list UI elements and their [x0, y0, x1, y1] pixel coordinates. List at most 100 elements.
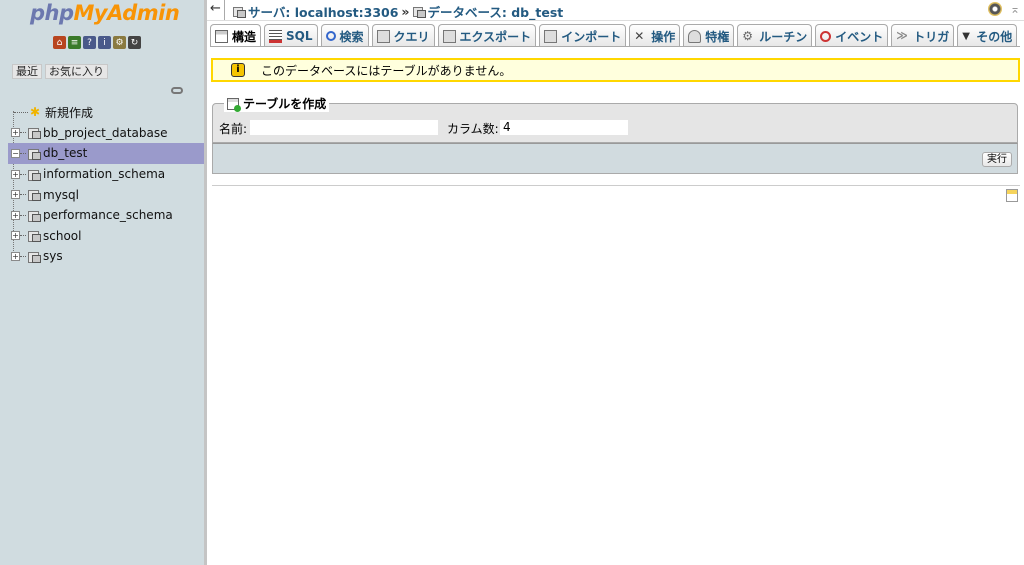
info-icon: i [231, 63, 245, 77]
page-settings-icon[interactable] [987, 2, 1002, 16]
add-table-icon [227, 97, 241, 112]
tree-db-item[interactable]: + mysql [8, 184, 204, 205]
breadcrumb-database-link[interactable]: データベース: db_test [428, 2, 564, 21]
operations-icon: ✕ [634, 28, 645, 43]
console-icon[interactable] [1006, 189, 1018, 202]
new-star-icon: ✱ [30, 105, 41, 120]
tree-connector [20, 173, 26, 175]
expand-icon[interactable]: + [11, 128, 20, 138]
tree-db-item[interactable]: + information_schema [8, 164, 204, 185]
docs-icon[interactable]: ? [83, 36, 96, 49]
tree-db-item[interactable]: + bb_project_database [8, 123, 204, 144]
top-right-controls: ⌅ [987, 2, 1020, 16]
settings-icon[interactable]: ⚙ [113, 36, 126, 49]
top-breadcrumb-bar: ← サーバ: localhost:3306 » データベース: db_test … [207, 0, 1024, 21]
database-icon [28, 127, 41, 140]
database-icon [412, 6, 426, 18]
tab-routines[interactable]: ⚙ ルーチン [737, 24, 813, 47]
privileges-icon [688, 29, 702, 43]
database-icon [28, 230, 41, 243]
export-icon [442, 29, 456, 43]
quick-links: ⌂ ≡ ? i ⚙ ↻ [53, 36, 141, 49]
breadcrumb: サーバ: localhost:3306 » データベース: db_test [233, 2, 563, 21]
tab-export[interactable]: エクスポート [437, 24, 537, 47]
tree-connector [20, 194, 26, 196]
tree-connector [20, 235, 26, 237]
tree-new-item[interactable]: ✱ 新規作成 [8, 102, 204, 123]
expand-icon[interactable]: + [11, 210, 20, 220]
server-icon [233, 6, 246, 18]
column-count-label: カラム数: [447, 122, 499, 136]
recent-favorites-tabs: 最近 お気に入り [12, 64, 108, 79]
search-icon [325, 31, 336, 41]
tree-connector [14, 111, 28, 113]
tree-connector [20, 152, 26, 154]
database-icon [28, 210, 41, 222]
tab-triggers[interactable]: ≫ トリガ [891, 24, 955, 47]
tree-db-item-selected[interactable]: − db_test [8, 143, 204, 164]
create-table-legend: テーブルを作成 [224, 95, 330, 112]
notice-message: i このデータベースにはテーブルがありません。 [211, 58, 1020, 82]
collapse-nav-arrow-icon[interactable]: ← [207, 0, 225, 20]
tab-privileges[interactable]: 特権 [683, 24, 735, 47]
tab-query[interactable]: クエリ [371, 24, 435, 47]
link-with-main-icon[interactable] [171, 87, 183, 94]
tab-more[interactable]: ▼ その他 [957, 24, 1018, 47]
expand-icon[interactable]: + [11, 190, 20, 200]
db-name: db_test [43, 146, 88, 161]
tabs-baseline [210, 46, 1020, 47]
tab-events[interactable]: イベント [815, 24, 889, 47]
tree-db-item[interactable]: + sys [8, 246, 204, 267]
breadcrumb-separator: » [401, 4, 410, 19]
routines-icon: ⚙ [742, 28, 753, 43]
home-icon[interactable]: ⌂ [53, 36, 66, 49]
sql-icon [269, 29, 283, 43]
structure-icon [215, 29, 228, 43]
tree-db-item[interactable]: + performance_schema [8, 205, 204, 226]
recent-tab[interactable]: 最近 [12, 64, 42, 79]
help-icon[interactable]: i [98, 36, 111, 49]
goto-top-icon[interactable]: ⌅ [1010, 2, 1020, 16]
go-button[interactable]: 実行 [982, 152, 1012, 167]
phpmyadmin-logo[interactable]: phpMyAdmin [30, 1, 180, 25]
favorites-tab[interactable]: お気に入り [45, 64, 108, 79]
tree-connector [20, 255, 26, 257]
tab-structure[interactable]: 構造 [210, 24, 262, 47]
reload-icon[interactable]: ↻ [128, 36, 141, 49]
tree-connector [20, 214, 26, 216]
tree-db-item[interactable]: + school [8, 226, 204, 247]
sql-icon[interactable]: ≡ [68, 36, 81, 49]
table-name-label: 名前: [219, 122, 248, 136]
database-icon [28, 148, 41, 160]
panel-resizer[interactable] [204, 0, 207, 565]
database-tree: ✱ 新規作成 + bb_project_database − db_test +… [8, 102, 204, 267]
chevron-down-icon: ▼ [962, 30, 970, 42]
navigation-panel: phpMyAdmin ⌂ ≡ ? i ⚙ ↻ 最近 お気に入り ✱ 新規作成 +… [0, 0, 207, 565]
tree-connector [20, 132, 26, 134]
breadcrumb-server-link[interactable]: サーバ: localhost:3306 [248, 2, 398, 21]
content-divider [212, 185, 1020, 186]
query-icon [376, 29, 390, 43]
database-icon [28, 169, 41, 181]
tab-operations[interactable]: ✕ 操作 [629, 24, 681, 47]
create-table-footer [212, 143, 1018, 174]
new-label: 新規作成 [45, 105, 94, 120]
events-icon [820, 30, 832, 42]
db-name: information_schema [43, 167, 166, 182]
collapse-icon[interactable]: − [11, 148, 20, 158]
database-icon [28, 189, 41, 202]
tab-import[interactable]: インポート [539, 24, 627, 47]
expand-icon[interactable]: + [11, 169, 20, 179]
db-name: performance_schema [43, 208, 173, 223]
expand-icon[interactable]: + [11, 231, 20, 241]
column-count-input[interactable]: 4 [499, 119, 629, 136]
tab-search[interactable]: 検索 [320, 24, 369, 47]
tab-sql[interactable]: SQL [264, 24, 318, 47]
db-name: mysql [43, 187, 79, 202]
table-name-input[interactable] [249, 119, 439, 136]
main-menu-tabs: 構造 SQL 検索 クエリ エクスポート インポート ✕ 操作 特権 ⚙ ルーチ… [210, 24, 1020, 47]
triggers-icon: ≫ [896, 28, 908, 42]
database-icon [28, 251, 41, 263]
expand-icon[interactable]: + [11, 251, 20, 261]
db-name: school [43, 228, 82, 243]
